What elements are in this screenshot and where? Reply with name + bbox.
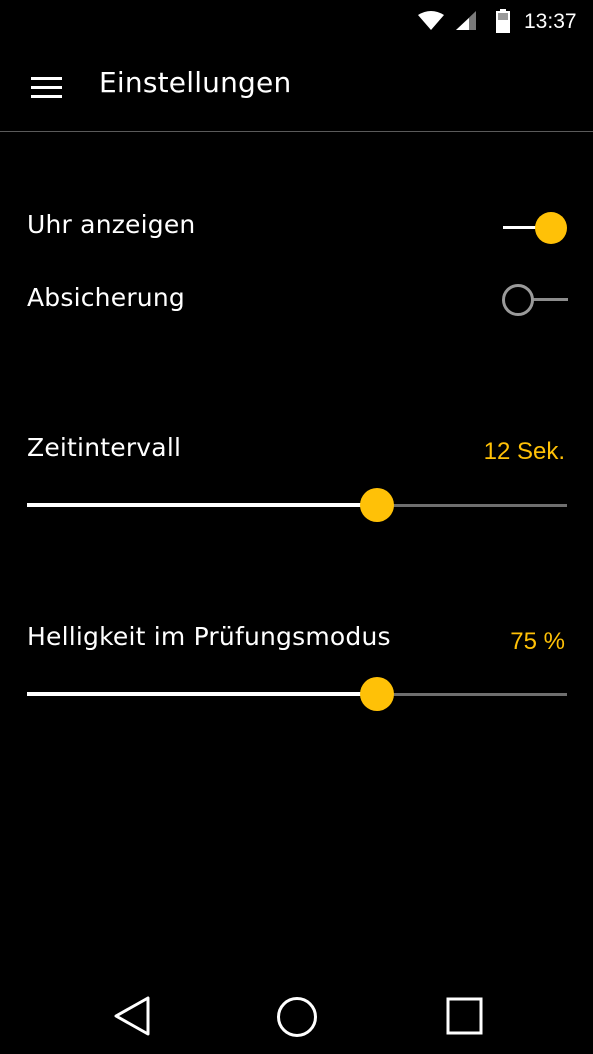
slider-thumb[interactable]	[360, 488, 394, 522]
page-title: Einstellungen	[99, 66, 292, 99]
back-icon[interactable]	[113, 996, 151, 1036]
brightness-slider[interactable]	[27, 676, 567, 712]
cell-signal-icon	[456, 11, 476, 30]
lock-switch[interactable]	[502, 282, 568, 318]
brightness-value: 75 %	[510, 628, 565, 655]
switch-thumb	[502, 284, 534, 316]
brightness-label: Helligkeit im Prüfungsmodus	[27, 622, 391, 651]
slider-thumb[interactable]	[360, 677, 394, 711]
status-bar: 13:37	[0, 0, 593, 44]
interval-slider[interactable]	[27, 487, 567, 523]
slider-fill	[27, 503, 377, 507]
slider-fill	[27, 692, 377, 696]
home-icon[interactable]	[276, 996, 318, 1038]
interval-label: Zeitintervall	[27, 433, 182, 462]
status-clock: 13:37	[524, 10, 577, 33]
interval-value: 12 Sek.	[483, 438, 565, 465]
recents-icon[interactable]	[446, 996, 484, 1036]
navigation-bar	[0, 974, 593, 1054]
switch-thumb	[535, 212, 567, 244]
battery-icon	[496, 9, 510, 33]
lock-label: Absicherung	[27, 283, 185, 312]
app-bar: Einstellungen	[0, 44, 593, 132]
menu-icon[interactable]	[31, 77, 62, 99]
show-clock-label: Uhr anzeigen	[27, 210, 196, 239]
show-clock-switch[interactable]	[503, 210, 569, 246]
wifi-icon	[418, 11, 444, 30]
